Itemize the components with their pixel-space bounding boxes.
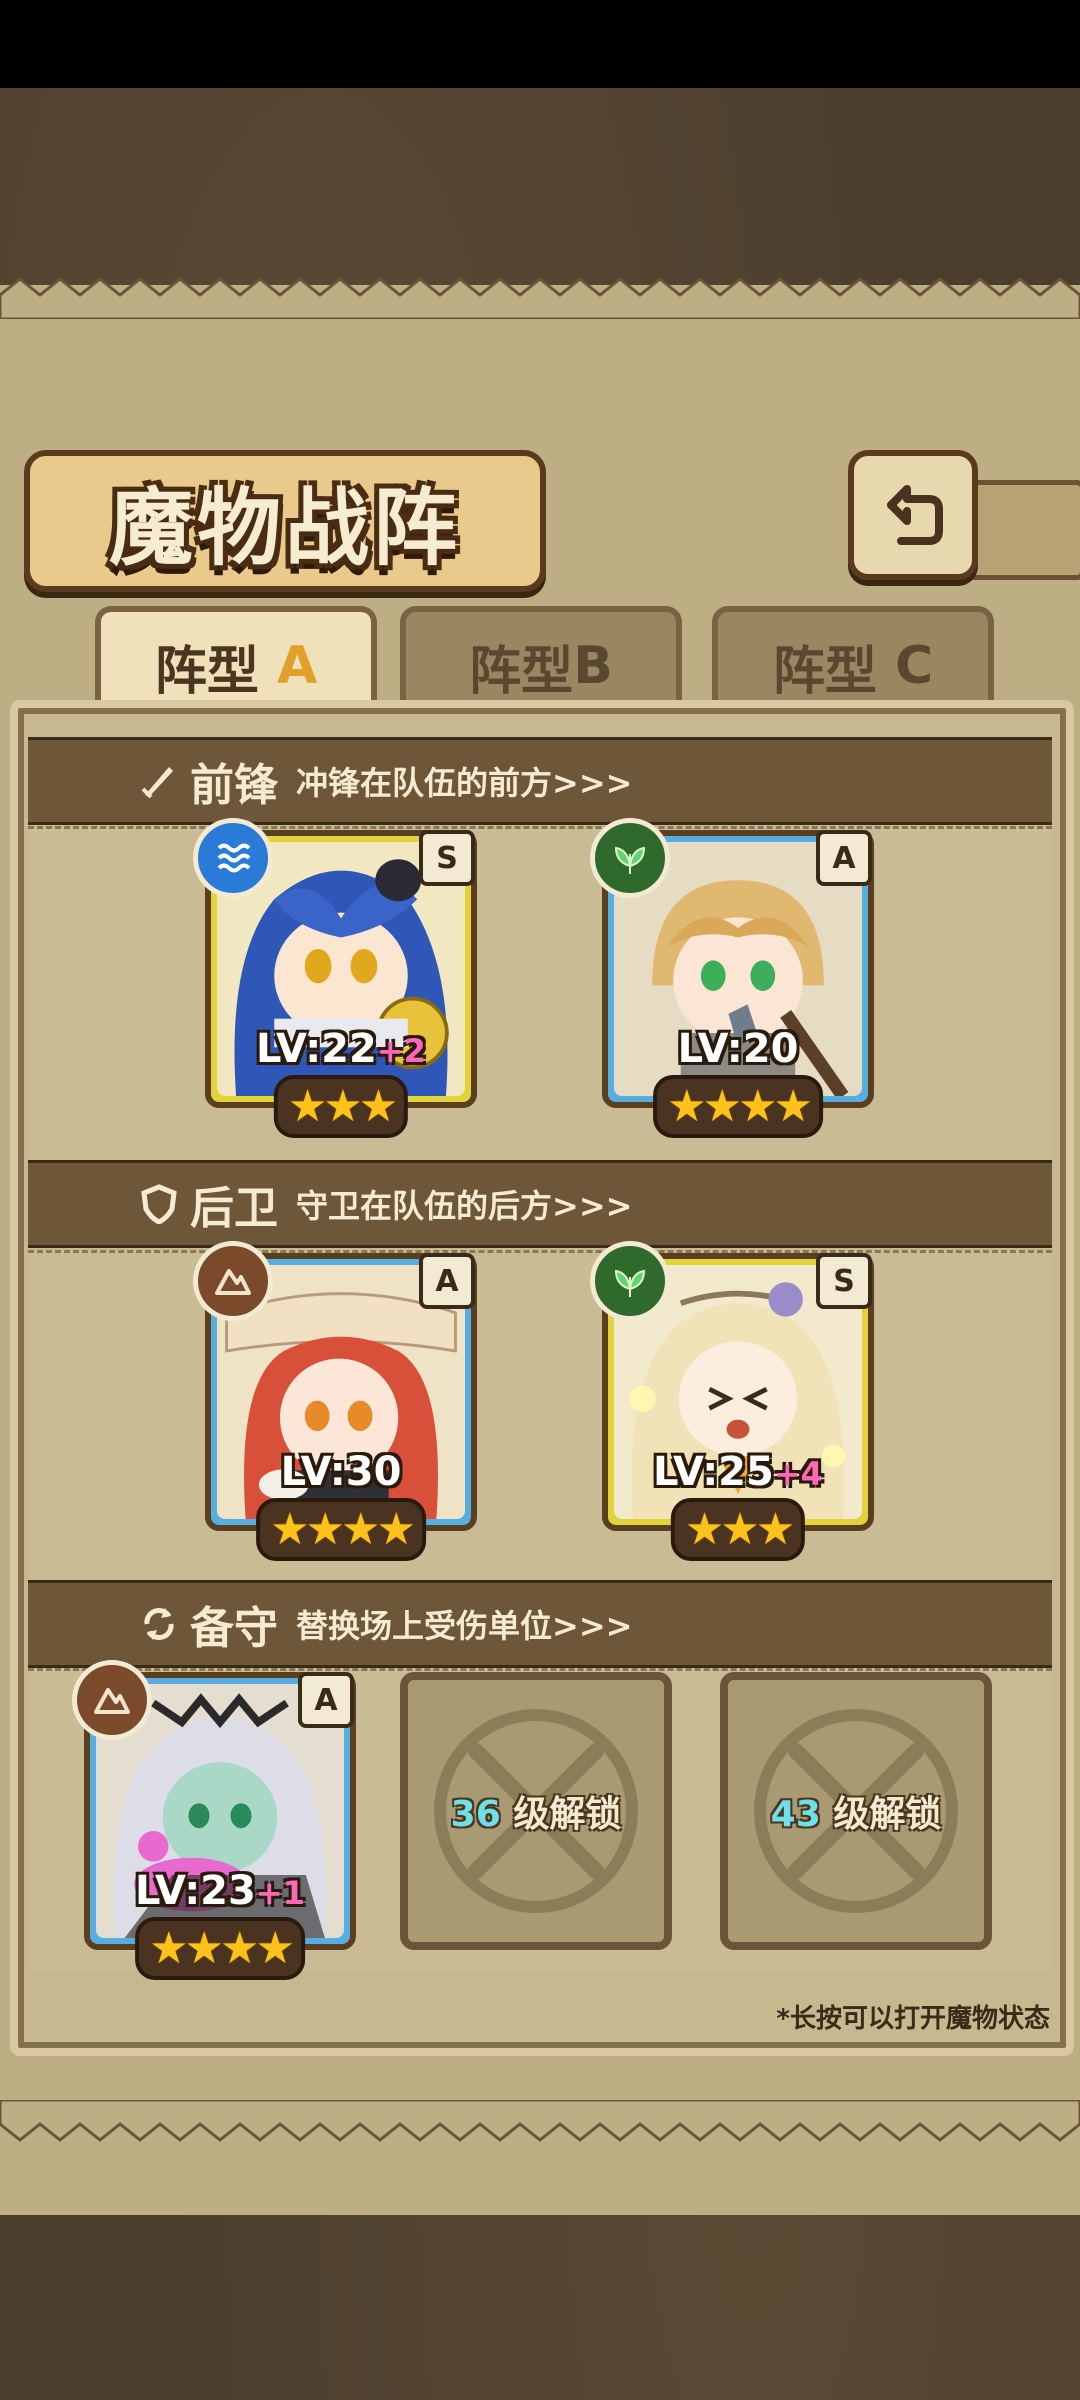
unlock-label: 43 级解锁 [771, 1785, 942, 1837]
back-button-tail [966, 480, 1080, 580]
monster-card[interactable]: S LV:22+2 ★★★ [193, 818, 477, 1138]
section-front: 前锋 冲锋在队伍的前方>>> [28, 737, 1052, 825]
level-bonus: +1 [255, 1874, 305, 1912]
tab-suffix: A [276, 636, 318, 696]
star-rating: ★★★★ [653, 1075, 823, 1138]
tab-suffix: C [894, 636, 934, 696]
section-back: 后卫 守卫在队伍的后方>>> [28, 1160, 1052, 1248]
locked-slot[interactable]: 43 级解锁 [720, 1672, 992, 1950]
unlock-text: 级解锁 [833, 1794, 942, 1835]
tab-label: 阵型 [154, 641, 259, 702]
level-bonus: +4 [773, 1455, 823, 1493]
level-value: LV:30 [280, 1449, 402, 1495]
leaf-icon [590, 1241, 670, 1321]
rank-badge: A [816, 830, 872, 886]
front-row [28, 826, 1052, 1159]
leaf-icon [590, 818, 670, 898]
return-arrow-icon [887, 485, 943, 545]
level-value: LV:22 [256, 1026, 377, 1072]
section-name: 前锋 [190, 760, 278, 811]
rank-badge: S [816, 1253, 872, 1309]
star-rating: ★★★ [273, 1075, 409, 1138]
monster-card[interactable]: A LV:30 ★★★★ [193, 1241, 477, 1561]
level-label: LV:20 [608, 1026, 868, 1072]
section-name: 备守 [190, 1603, 278, 1654]
level-value: LV:20 [677, 1026, 799, 1072]
rank-badge: A [419, 1253, 475, 1309]
tab-label: 阵型 [469, 641, 574, 702]
water-icon [193, 818, 273, 898]
back-row [28, 1250, 1052, 1583]
tab-label: 阵型 [772, 641, 877, 702]
section-reserve: 备守 替换场上受伤单位>>> [28, 1580, 1052, 1668]
shield-icon [138, 1183, 180, 1225]
unlock-level: 43 [770, 1794, 821, 1835]
unlock-label: 36 级解锁 [451, 1785, 622, 1837]
star-rating: ★★★★ [135, 1917, 305, 1980]
earth-icon [72, 1660, 152, 1740]
level-label: LV:30 [211, 1449, 471, 1495]
rank-badge: S [419, 830, 475, 886]
level-value: LV:25 [653, 1449, 774, 1495]
unlock-level: 36 [450, 1794, 501, 1835]
level-label: LV:25+4 [608, 1449, 868, 1495]
rank-badge: A [298, 1672, 354, 1728]
level-label: LV:23+1 [90, 1868, 350, 1914]
monster-card[interactable]: A LV:23+1 ★★★★ [72, 1660, 356, 1980]
level-label: LV:22+2 [211, 1026, 471, 1072]
section-desc: 替换场上受伤单位>>> [296, 1607, 633, 1645]
scroll-bottom-edge [0, 2100, 1080, 2142]
tab-suffix: B [573, 636, 613, 696]
scroll-top-edge [0, 277, 1080, 319]
page-title-text: 魔物战阵 [108, 477, 461, 577]
page-title: 魔物战阵 [24, 450, 546, 592]
section-name: 后卫 [190, 1183, 278, 1234]
monster-card[interactable]: A LV:20 ★★★★ [590, 818, 874, 1138]
monster-card[interactable]: S LV:25+4 ★★★ [590, 1241, 874, 1561]
level-bonus: +2 [376, 1032, 426, 1070]
earth-icon [193, 1241, 273, 1321]
star-rating: ★★★ [670, 1498, 806, 1561]
swap-icon [138, 1603, 180, 1645]
unlock-text: 级解锁 [513, 1794, 622, 1835]
star-rating: ★★★★ [256, 1498, 426, 1561]
sword-icon [138, 760, 180, 802]
back-button[interactable] [848, 450, 978, 580]
section-desc: 守卫在队伍的后方>>> [296, 1187, 633, 1225]
long-press-hint: *长按可以打开魔物状态 [776, 2004, 1050, 2034]
level-value: LV:23 [135, 1868, 256, 1914]
section-desc: 冲锋在队伍的前方>>> [296, 764, 633, 802]
locked-slot[interactable]: 36 级解锁 [400, 1672, 672, 1950]
status-bar [0, 0, 1080, 88]
